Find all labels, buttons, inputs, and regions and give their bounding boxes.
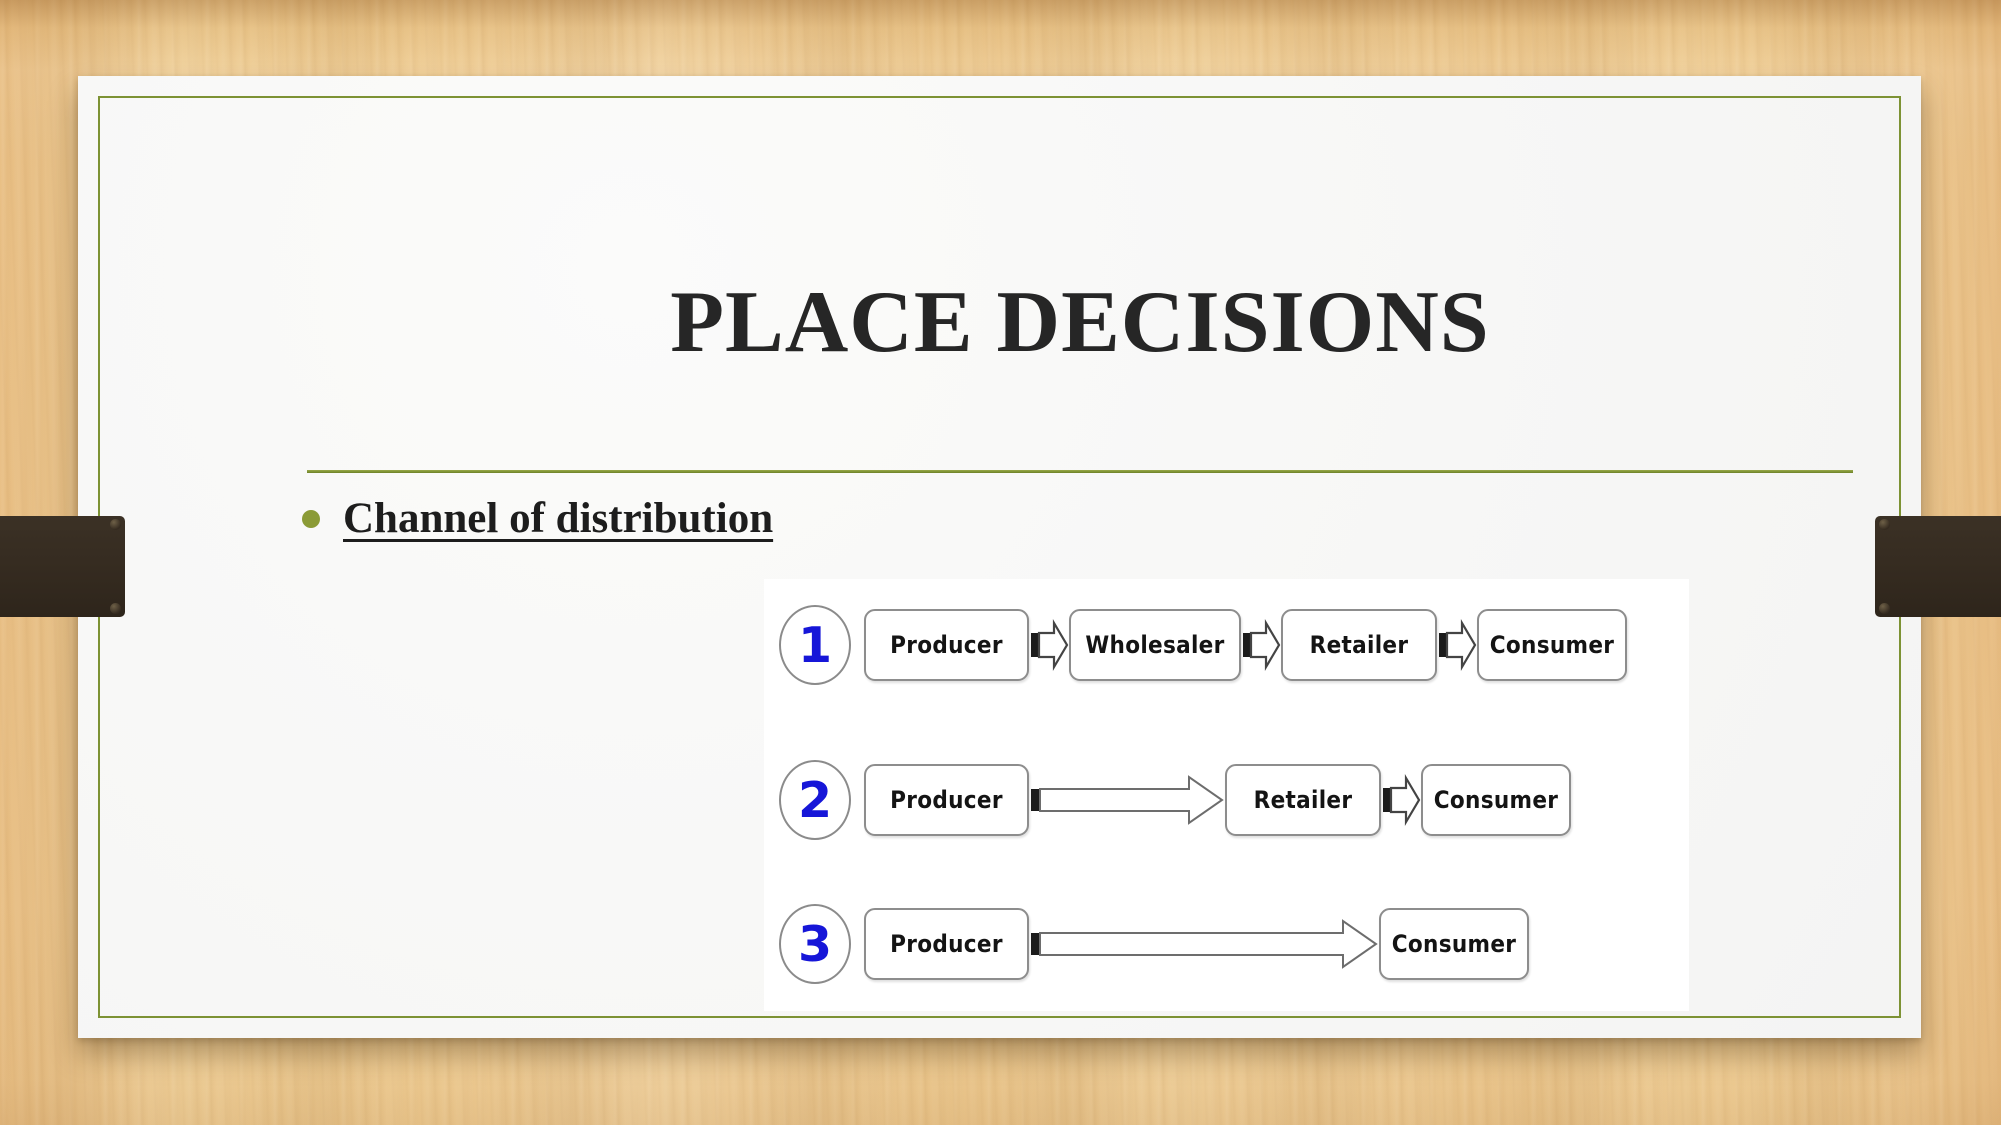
right-arrow-icon — [1381, 771, 1421, 829]
page-title: PLACE DECISIONS — [670, 274, 1490, 371]
channel-node-retailer: Retailer — [1281, 609, 1437, 681]
right-arrow-icon — [1241, 616, 1281, 674]
clip-nail-icon — [110, 603, 121, 614]
slide-stage: PLACE DECISIONS Channel of distribution … — [0, 0, 2001, 1125]
channel-row-2: 2 Producer Retailer Consumer — [764, 752, 1689, 848]
channel-node-consumer: Consumer — [1379, 908, 1529, 980]
channel-number-badge-3: 3 — [779, 904, 851, 984]
bullet-item-label: Channel of distribution — [343, 495, 774, 542]
title-divider — [307, 470, 1853, 473]
long-right-arrow-icon — [1029, 773, 1225, 827]
channel-number-badge-1: 1 — [779, 605, 851, 685]
channel-row-3: 3 Producer Consumer — [764, 896, 1689, 992]
channel-node-retailer: Retailer — [1225, 764, 1381, 836]
channel-node-producer: Producer — [864, 908, 1029, 980]
slide-card: PLACE DECISIONS Channel of distribution … — [78, 76, 1921, 1038]
bullet-item-channel-of-distribution: Channel of distribution — [302, 496, 773, 541]
clip-nail-icon — [1879, 519, 1890, 530]
right-clip-band — [1875, 516, 2001, 617]
channel-node-producer: Producer — [864, 764, 1029, 836]
channel-node-wholesaler: Wholesaler — [1069, 609, 1241, 681]
clip-nail-icon — [1879, 603, 1890, 614]
bullet-dot-icon — [302, 509, 320, 528]
channel-node-consumer: Consumer — [1477, 609, 1627, 681]
long-right-arrow-icon — [1029, 917, 1379, 971]
channel-of-distribution-diagram: 1 Producer Wholesaler Retailer Consumer … — [764, 579, 1689, 1011]
left-clip-band — [0, 516, 125, 617]
channel-row-1: 1 Producer Wholesaler Retailer Consumer — [764, 597, 1689, 693]
channel-node-consumer: Consumer — [1421, 764, 1571, 836]
channel-number-badge-2: 2 — [779, 760, 851, 840]
channel-node-producer: Producer — [864, 609, 1029, 681]
clip-nail-icon — [110, 519, 121, 530]
right-arrow-icon — [1029, 616, 1069, 674]
right-arrow-icon — [1437, 616, 1477, 674]
